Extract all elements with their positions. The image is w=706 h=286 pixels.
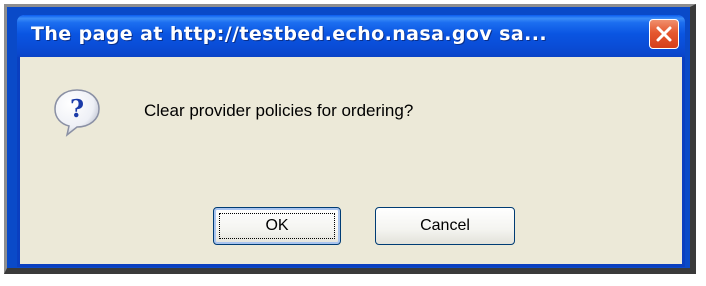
dialog-shadow-frame: The page at http://testbed.echo.nasa.gov… [4,4,696,274]
ok-button[interactable]: OK [213,207,341,245]
close-icon [656,26,672,42]
dialog-body: ? Clear provider policies for ordering? … [20,57,682,264]
focus-ring [219,213,335,239]
dialog-message: Clear provider policies for ordering? [144,101,414,120]
question-icon: ? [54,89,100,137]
close-button[interactable] [649,19,679,49]
svg-text:?: ? [70,94,84,123]
title-bar[interactable]: The page at http://testbed.echo.nasa.gov… [17,15,685,57]
cancel-button[interactable]: Cancel [375,207,515,245]
dialog-title: The page at http://testbed.echo.nasa.gov… [31,23,547,45]
confirm-dialog: The page at http://testbed.echo.nasa.gov… [17,15,685,267]
cancel-button-label: Cancel [420,217,470,234]
screenshot-background: The page at http://testbed.echo.nasa.gov… [0,0,706,286]
